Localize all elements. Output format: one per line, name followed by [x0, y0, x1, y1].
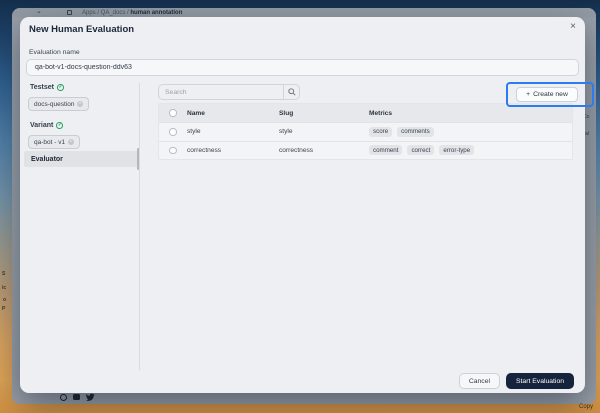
cell-name: correctness	[186, 147, 278, 154]
background-text-fragment: al	[585, 131, 589, 137]
row-checkbox[interactable]	[169, 147, 177, 155]
sidebar-divider	[139, 83, 140, 370]
linkedin-icon[interactable]	[73, 394, 80, 401]
column-header-slug: Slug	[278, 110, 368, 117]
start-evaluation-button[interactable]: Start Evaluation	[506, 373, 574, 389]
modal-title: New Human Evaluation	[29, 24, 134, 35]
metric-badge: comments	[397, 127, 434, 137]
remove-tag-icon[interactable]	[77, 101, 83, 107]
chevron-down-icon[interactable]: ⌄	[36, 8, 42, 16]
search-icon-button[interactable]	[283, 85, 299, 99]
column-header-name: Name	[186, 110, 278, 117]
evaluation-name-input[interactable]	[26, 59, 579, 76]
testset-section-label: Testset	[30, 84, 64, 91]
evaluator-search	[158, 84, 300, 100]
sidebar-item-evaluator[interactable]: Evaluator	[24, 151, 140, 167]
cell-slug: correctness	[278, 147, 368, 154]
footer-social-icons	[60, 393, 95, 401]
cell-metrics: score comments	[368, 127, 572, 137]
github-icon[interactable]	[60, 394, 67, 401]
variant-tag[interactable]: qa-bot - v1	[28, 135, 80, 149]
close-icon[interactable]: ×	[570, 22, 576, 32]
breadcrumb[interactable]: Apps / QA_docs / human annotation	[82, 10, 182, 16]
breadcrumb-path: Apps / QA_docs /	[82, 10, 130, 16]
variant-section-label: Variant	[30, 122, 63, 129]
app-icon	[67, 10, 72, 15]
testset-tag[interactable]: docs-question	[28, 97, 89, 111]
desktop-fragment: S	[2, 271, 5, 277]
metric-badge: error-type	[439, 145, 474, 155]
remove-tag-icon[interactable]	[68, 139, 74, 145]
variant-label-text: Variant	[30, 122, 53, 129]
row-checkbox[interactable]	[169, 128, 177, 136]
evaluator-label: Evaluator	[31, 156, 63, 163]
table-header-row: Name Slug Metrics	[159, 104, 572, 122]
copyright-fragment: Copy	[579, 404, 593, 410]
breadcrumb-bar: ⌄ Apps / QA_docs / human annotation	[12, 8, 596, 17]
twitter-icon[interactable]	[86, 393, 95, 401]
check-circle-icon	[57, 84, 64, 91]
cell-slug: style	[278, 128, 368, 135]
desktop-fragment: ic	[2, 285, 6, 291]
desktop-fragment: P	[2, 306, 5, 312]
select-all-checkbox[interactable]	[169, 109, 177, 117]
breadcrumb-current: human annotation	[130, 10, 182, 16]
testset-tag-label: docs-question	[34, 101, 74, 108]
desktop-wallpaper: S ic o P ⌄ Apps / QA_docs / human annota…	[0, 0, 600, 413]
table-row[interactable]: style style score comments	[159, 122, 572, 141]
metric-badge: score	[369, 127, 392, 137]
search-icon	[288, 88, 296, 96]
plus-icon: +	[526, 91, 530, 98]
new-human-evaluation-modal: New Human Evaluation × Evaluation name T…	[20, 17, 585, 393]
create-new-button[interactable]: + Create new	[516, 87, 578, 102]
evaluator-table: Name Slug Metrics style style score comme…	[158, 103, 573, 160]
column-header-metrics: Metrics	[368, 110, 572, 117]
check-circle-icon	[56, 122, 63, 129]
metric-badge: correct	[407, 145, 434, 155]
cell-metrics: comment correct error-type	[368, 145, 572, 155]
desktop-fragment: o	[3, 297, 6, 303]
create-new-label: Create new	[533, 91, 568, 98]
table-row[interactable]: correctness correctness comment correct er…	[159, 141, 572, 160]
cancel-button[interactable]: Cancel	[459, 373, 500, 389]
metric-badge: comment	[369, 145, 402, 155]
cell-name: style	[186, 128, 278, 135]
search-input[interactable]	[159, 85, 283, 99]
modal-footer: Cancel Start Evaluation	[459, 373, 574, 389]
testset-label-text: Testset	[30, 84, 54, 91]
variant-tag-label: qa-bot - v1	[34, 139, 65, 146]
evaluation-name-label: Evaluation name	[29, 49, 80, 56]
